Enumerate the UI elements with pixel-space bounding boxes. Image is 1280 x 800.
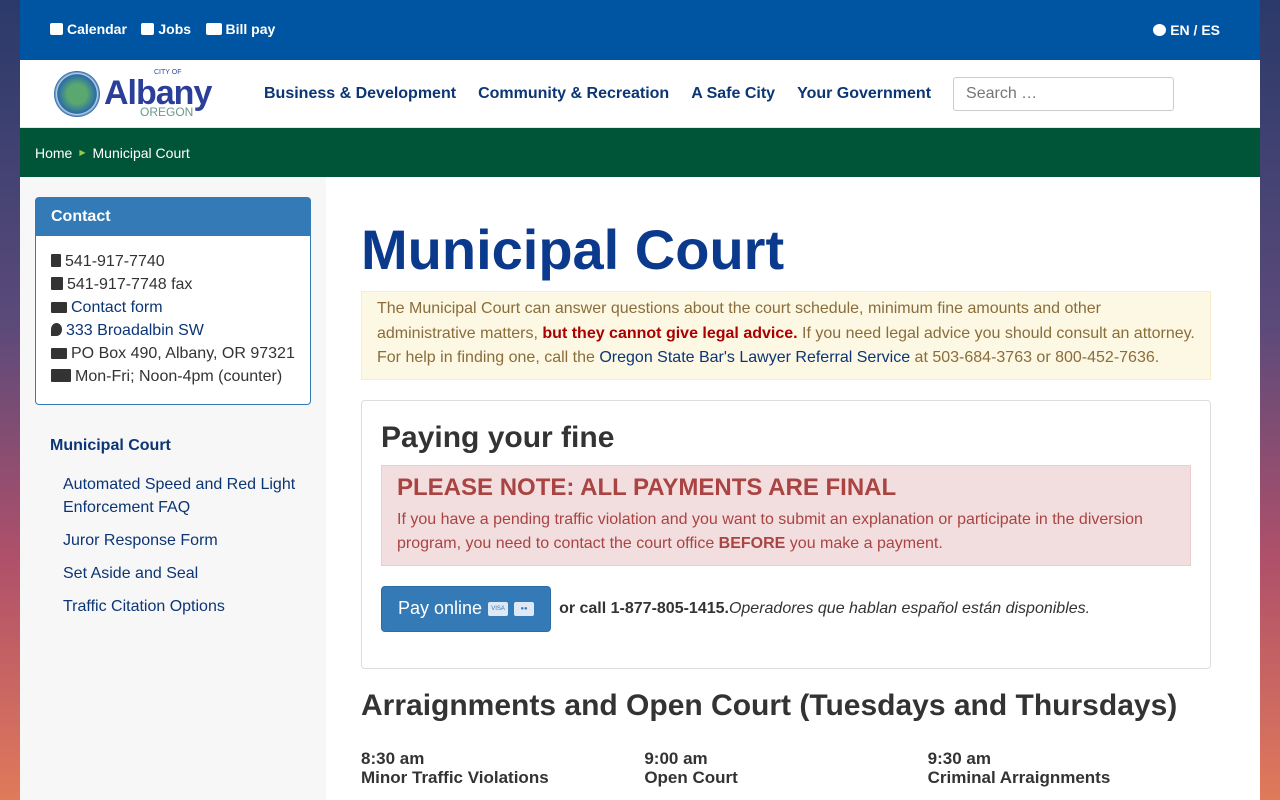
pay-online-button[interactable]: Pay online VISA ●●: [381, 585, 552, 632]
contact-title: Contact: [36, 198, 310, 236]
fax-icon: [51, 277, 63, 290]
schedule-time: 9:00 am: [644, 748, 708, 768]
money-bill-icon: [205, 22, 222, 35]
bill-pay-label: Bill pay: [225, 20, 276, 37]
bill-pay-link[interactable]: Bill pay: [205, 20, 276, 37]
mobile-phone-icon: [51, 254, 61, 267]
language-switch[interactable]: EN / ES: [1153, 22, 1220, 38]
arraignments-title: Arraignments and Open Court (Tuesdays an…: [361, 688, 1178, 722]
section-nav-item[interactable]: Set Aside and Seal: [63, 562, 303, 585]
calendar-link[interactable]: Calendar: [50, 21, 127, 37]
logo-state: OREGON: [140, 105, 194, 119]
contact-form-link[interactable]: Contact form: [71, 299, 163, 316]
section-nav-title[interactable]: Municipal Court: [50, 437, 311, 455]
contact-panel: Contact 541-917-7740 541-917-7748 fax Co…: [35, 197, 311, 405]
legal-advice-notice: The Municipal Court can answer questions…: [361, 291, 1211, 380]
city-logo[interactable]: CITY OF Albany OREGON: [54, 69, 264, 118]
page: Calendar Jobs Bill pay EN / ES CITY OF Al…: [20, 0, 1260, 800]
schedule: 8:30 am Minor Traffic Violations 9:00 am O…: [361, 749, 1211, 787]
envelope-icon: [51, 348, 67, 359]
sidebar: Contact 541-917-7740 541-917-7748 fax Co…: [20, 177, 326, 800]
city-seal-icon: [54, 70, 100, 117]
section-nav-item[interactable]: Automated Speed and Red Light Enforcemen…: [63, 473, 303, 519]
schedule-name: Minor Traffic Violations: [361, 767, 549, 787]
address-link[interactable]: 333 Broadalbin SW: [66, 322, 204, 339]
page-title: Municipal Court: [361, 218, 785, 281]
main-nav: Business & Development Community & Recrea…: [264, 85, 953, 103]
nav-business[interactable]: Business & Development: [264, 85, 456, 102]
section-nav-item[interactable]: Traffic Citation Options: [63, 595, 303, 618]
search-input[interactable]: [953, 76, 1175, 111]
visa-icon: VISA: [488, 601, 509, 616]
call-number: or call 1-877-805-1415.: [559, 599, 729, 617]
mastercard-icon: ●●: [514, 601, 535, 616]
schedule-time: 9:30 am: [927, 748, 991, 768]
pay-online-label: Pay online: [398, 598, 483, 618]
alert-title: PLEASE NOTE: ALL PAYMENTS ARE FINAL: [397, 473, 897, 501]
calendar-label: Calendar: [67, 20, 127, 37]
main-content: Municipal Court The Municipal Court can …: [361, 177, 1211, 787]
utility-bar: Calendar Jobs Bill pay EN / ES: [20, 0, 1260, 60]
schedule-item: 9:30 am Criminal Arraignments: [928, 749, 1211, 787]
paying-title: Paying your fine: [381, 420, 615, 454]
language-label: EN / ES: [1170, 22, 1220, 38]
schedule-name: Criminal Arraignments: [927, 767, 1111, 787]
contact-phone: 541-917-7740: [65, 253, 165, 270]
schedule-time: 8:30 am: [361, 748, 425, 768]
nav-government[interactable]: Your Government: [797, 85, 931, 102]
briefcase-icon: [141, 22, 155, 35]
lawyer-referral-link[interactable]: Oregon State Bar's Lawyer Referral Servi…: [599, 349, 910, 366]
schedule-item: 9:00 am Open Court: [644, 749, 927, 787]
schedule-name: Open Court: [644, 767, 738, 787]
payments-final-alert: PLEASE NOTE: ALL PAYMENTS ARE FINAL If y…: [381, 464, 1191, 566]
notice-bold: but they cannot give legal advice.: [542, 324, 798, 342]
contact-hours: Mon-Fri; Noon-4pm (counter): [75, 368, 283, 385]
nav-community[interactable]: Community & Recreation: [478, 85, 669, 102]
jobs-label: Jobs: [158, 20, 192, 37]
breadcrumb: Home ▶ Municipal Court: [20, 128, 1260, 177]
nav-safe-city[interactable]: A Safe City: [691, 85, 775, 102]
envelope-icon: [51, 302, 67, 313]
schedule-item: 8:30 am Minor Traffic Violations: [361, 749, 644, 787]
site-header: CITY OF Albany OREGON Business & Developme…: [20, 60, 1260, 128]
globe-icon: [1153, 24, 1167, 36]
alert-text: you make a payment.: [785, 534, 943, 552]
breadcrumb-home[interactable]: Home: [35, 145, 72, 161]
contact-fax: 541-917-7748 fax: [67, 276, 193, 293]
section-nav-item[interactable]: Juror Response Form: [63, 529, 303, 552]
paying-fine-card: Paying your fine PLEASE NOTE: ALL PAYMEN…: [361, 399, 1211, 669]
calendar-icon: [50, 22, 63, 35]
contact-po-box: PO Box 490, Albany, OR 97321: [71, 345, 295, 362]
map-marker-icon: [51, 323, 62, 336]
chevron-right-icon: ▶: [79, 148, 86, 157]
alert-bold: BEFORE: [718, 534, 786, 552]
breadcrumb-current: Municipal Court: [92, 144, 190, 161]
notice-text: at 503-684-3763 or 800-452-7636.: [910, 349, 1160, 366]
spanish-note: Operadores que hablan español están disp…: [728, 599, 1091, 617]
user-clock-icon: [51, 369, 71, 382]
section-nav: Municipal Court Automated Speed and Red …: [35, 437, 311, 618]
jobs-link[interactable]: Jobs: [141, 21, 191, 37]
